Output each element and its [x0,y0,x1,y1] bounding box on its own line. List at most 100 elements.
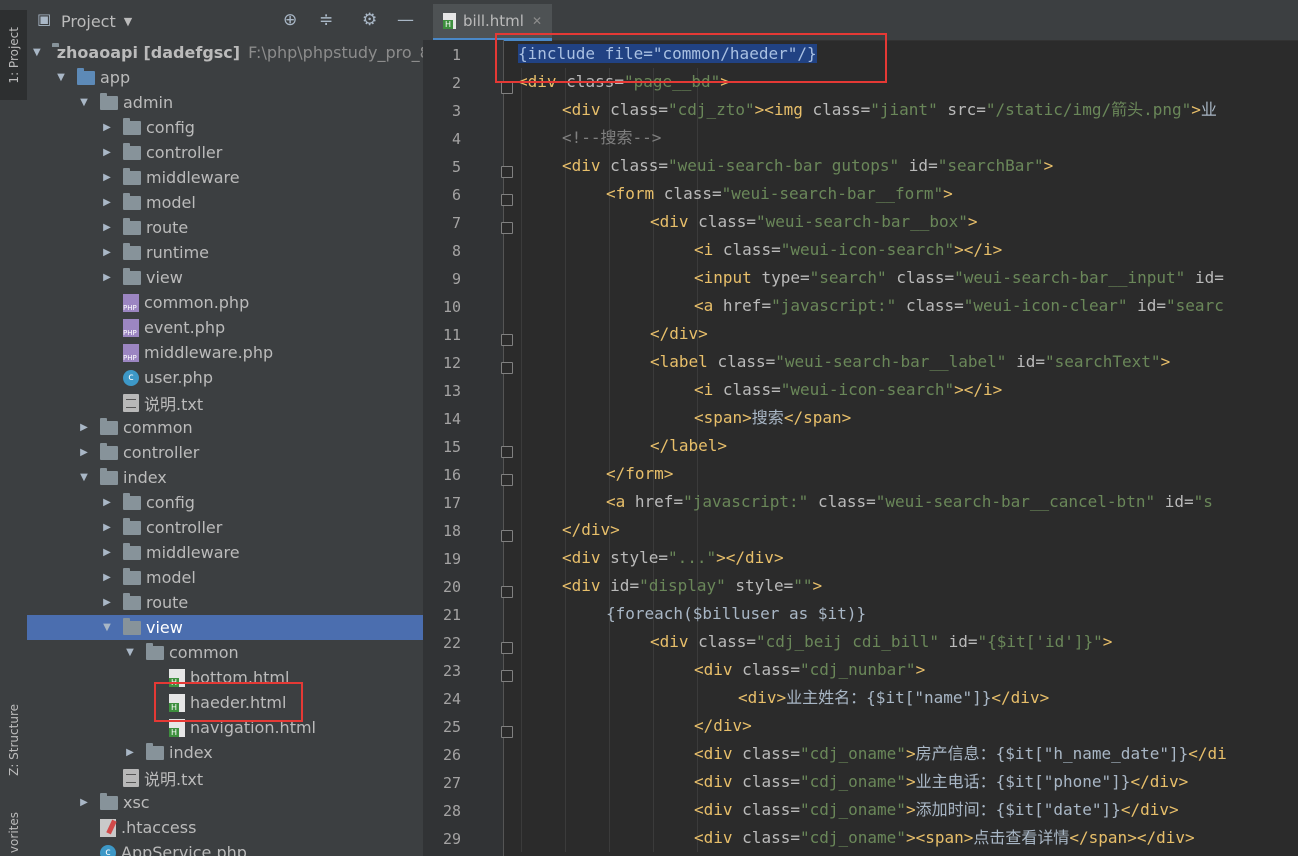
collapsed-arrow-icon[interactable]: ▶ [79,447,89,458]
fold-marker-icon[interactable] [501,586,513,598]
collapsed-arrow-icon[interactable]: ▶ [102,522,112,533]
collapsed-arrow-icon[interactable]: ▶ [102,197,112,208]
code-token: 业主电话：{$it["phone"]} [915,772,1131,791]
php-file-icon [123,318,139,337]
tree-item[interactable]: ▶ controller [27,515,423,540]
tree-item[interactable]: ▶说明.txt [27,390,423,415]
project-tool-tab[interactable]: 1: Project [0,10,27,100]
structure-tool-tab[interactable]: Z: Structure [0,690,27,790]
collapsed-arrow-icon[interactable]: ▶ [102,122,112,133]
tree-item[interactable]: ▶cAppService.php [27,840,423,856]
editor-tab-bill[interactable]: bill.html ✕ [433,4,553,41]
tree-item[interactable]: ▶ xsc [27,790,423,815]
tree-item[interactable]: ▶haeder.html [27,690,423,715]
project-view-selector[interactable]: Project [61,12,116,31]
collapsed-arrow-icon[interactable]: ▶ [102,597,112,608]
line-number: 29 [442,830,461,848]
tree-item[interactable]: ▼ common [27,640,423,665]
fold-marker-icon[interactable] [501,670,513,682]
line-number: 24 [442,690,461,708]
line-number: 9 [451,270,461,288]
collapsed-arrow-icon[interactable]: ▶ [125,747,135,758]
tree-item[interactable]: ▶ middleware [27,165,423,190]
folder-icon [100,442,118,460]
fold-marker-icon[interactable] [501,642,513,654]
collapsed-arrow-icon[interactable]: ▶ [102,147,112,158]
tree-item[interactable]: ▶ model [27,190,423,215]
tree-item[interactable]: ▶ common [27,415,423,440]
expanded-arrow-icon[interactable]: ▼ [33,47,41,58]
collapsed-arrow-icon[interactable]: ▶ [102,172,112,183]
close-icon[interactable]: ✕ [532,14,542,28]
tree-item[interactable]: ▶.htaccess [27,815,423,840]
editor-tab-label: bill.html [463,12,524,30]
tree-item[interactable]: ▶ route [27,590,423,615]
tree-item[interactable]: ▼ index [27,465,423,490]
tree-item[interactable]: ▶ controller [27,440,423,465]
fold-marker-icon[interactable] [501,222,513,234]
code-token: <a [606,492,635,511]
gear-icon[interactable]: ⚙ [362,10,377,30]
collapsed-arrow-icon[interactable]: ▶ [102,547,112,558]
tree-item[interactable]: ▶ runtime [27,240,423,265]
fold-marker-icon[interactable] [501,334,513,346]
tree-item[interactable]: ▶middleware.php [27,340,423,365]
tree-item[interactable]: ▶ route [27,215,423,240]
collapsed-arrow-icon[interactable]: ▶ [102,222,112,233]
collapsed-arrow-icon[interactable]: ▶ [102,497,112,508]
tree-item[interactable]: ▶ config [27,115,423,140]
expanded-arrow-icon[interactable]: ▼ [102,622,112,633]
folder-icon [123,217,141,235]
code-token: "page__bd" [623,72,721,91]
fold-marker-icon[interactable] [501,726,513,738]
fold-marker-icon[interactable] [501,446,513,458]
code-token: ></i> [954,380,1003,399]
code-token: id= [1016,352,1045,371]
tree-item[interactable]: ▼ view [27,615,423,640]
tree-item[interactable]: ▶event.php [27,315,423,340]
tree-item-label: middleware [146,543,240,562]
tree-item[interactable]: ▶cuser.php [27,365,423,390]
code-token: class= [610,156,668,175]
expanded-arrow-icon[interactable]: ▼ [125,647,135,658]
collapsed-arrow-icon[interactable]: ▶ [102,572,112,583]
collapsed-arrow-icon[interactable]: ▶ [102,272,112,283]
code-token: <div [694,800,743,819]
tree-item[interactable]: ▼ app [27,65,423,90]
expanded-arrow-icon[interactable]: ▼ [56,72,66,83]
tree-item[interactable]: ▼ admin [27,90,423,115]
tree-item[interactable]: ▶ view [27,265,423,290]
fold-marker-icon[interactable] [501,194,513,206]
code-token: </span></div> [1069,828,1195,847]
fold-marker-icon[interactable] [501,362,513,374]
fold-marker-icon[interactable] [501,82,513,94]
tree-item[interactable]: ▶bottom.html [27,665,423,690]
collapsed-arrow-icon[interactable]: ▶ [79,422,89,433]
tree-item[interactable]: ▶ index [27,740,423,765]
tree-item[interactable]: ▶说明.txt [27,765,423,790]
fold-marker-icon[interactable] [501,166,513,178]
chevron-down-icon[interactable]: ▼ [124,15,132,28]
fold-marker-icon[interactable] [501,530,513,542]
tree-item[interactable]: ▶navigation.html [27,715,423,740]
tree-item[interactable]: ▼ zhoaoapi [dadefgsc] F:\php\phpstudy_pro_… [27,40,423,65]
collapsed-arrow-icon[interactable]: ▶ [102,247,112,258]
favorites-tool-tab[interactable]: vorites [0,810,27,856]
tree-item[interactable]: ▶ model [27,565,423,590]
code-text-area[interactable]: {include file="common/haeder"/} <div clas… [518,40,1298,856]
code-token: "javascript:" [771,296,906,315]
expanded-arrow-icon[interactable]: ▼ [79,472,89,483]
tree-item[interactable]: ▶ middleware [27,540,423,565]
fold-marker-icon[interactable] [501,474,513,486]
code-token: "search" [809,268,897,287]
collapse-all-icon[interactable]: ≑ [319,10,333,30]
tree-item[interactable]: ▶common.php [27,290,423,315]
code-token: <div [562,576,611,595]
folder-icon [146,742,164,760]
expanded-arrow-icon[interactable]: ▼ [79,97,89,108]
tree-item[interactable]: ▶ config [27,490,423,515]
collapsed-arrow-icon[interactable]: ▶ [79,797,89,808]
locate-icon[interactable]: ⊕ [283,10,297,30]
tree-item[interactable]: ▶ controller [27,140,423,165]
hide-panel-icon[interactable]: — [397,10,414,30]
